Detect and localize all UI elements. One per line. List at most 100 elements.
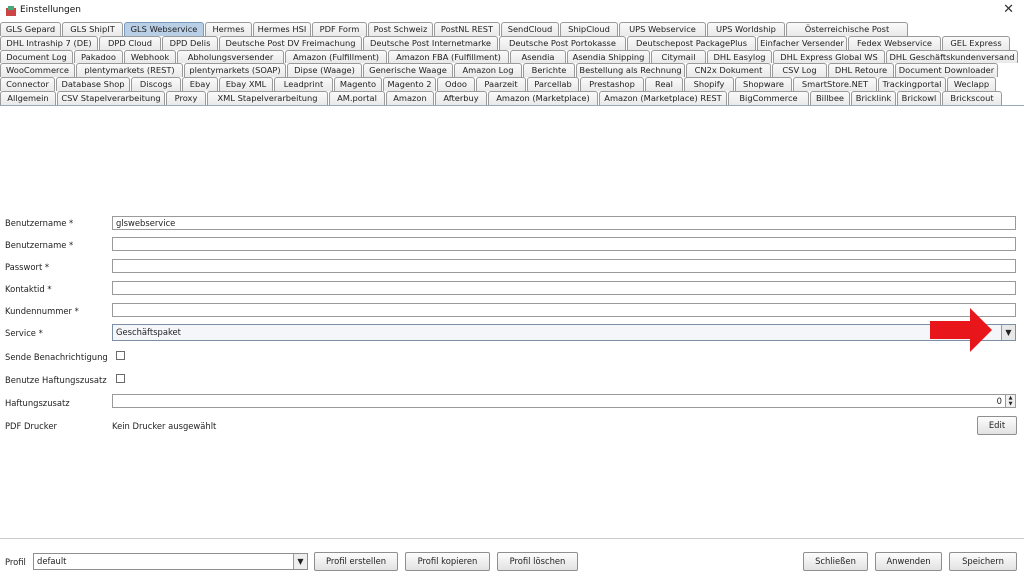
tab-am-portal[interactable]: AM.portal (329, 91, 385, 105)
tab-dhl-geschäftskundenversand[interactable]: DHL Geschäftskundenversand (886, 49, 1018, 64)
tab-discogs[interactable]: Discogs (131, 77, 181, 91)
tab-database-shop[interactable]: Database Shop (56, 77, 130, 91)
tab-shopify[interactable]: Shopify (684, 77, 734, 91)
tab-amazon-fba-fulfillment[interactable]: Amazon FBA (Fulfillment) (388, 49, 509, 64)
tab-gls-shipit[interactable]: GLS ShipIT (62, 22, 123, 36)
tab-amazon[interactable]: Amazon (386, 91, 434, 105)
tab-real[interactable]: Real (645, 77, 683, 91)
tab-smartstore-net[interactable]: SmartStore.NET (793, 77, 877, 91)
tab-leadprint[interactable]: Leadprint (274, 77, 333, 91)
tab-weclapp[interactable]: Weclapp (947, 77, 996, 91)
tab-deutschepost-packageplus[interactable]: Deutschepost PackagePlus (627, 35, 756, 50)
liability-amount-spinner[interactable]: 0 ▲ ▼ (112, 394, 1016, 408)
tab-proxy[interactable]: Proxy (166, 91, 206, 105)
tab-abholungsversender[interactable]: Abholungsversender (177, 49, 284, 64)
tab-billbee[interactable]: Billbee (810, 91, 850, 105)
tab-csv-log[interactable]: CSV Log (772, 63, 827, 78)
tab-amazon-fulfillment[interactable]: Amazon (Fulfillment) (285, 49, 387, 64)
edit-button[interactable]: Edit (977, 416, 1017, 435)
tab-plentymarkets-soap[interactable]: plentymarkets (SOAP) (184, 63, 286, 78)
tab-document-downloader[interactable]: Document Downloader (895, 63, 998, 78)
tab-xml-stapelverarbeitung[interactable]: XML Stapelverarbeitung (207, 91, 328, 105)
tab-berichte[interactable]: Berichte (523, 63, 575, 78)
tab-woocommerce[interactable]: WooCommerce (0, 63, 75, 78)
tab-amazon-log[interactable]: Amazon Log (454, 63, 522, 78)
tab-post-schweiz[interactable]: Post Schweiz (368, 22, 433, 36)
tab-odoo[interactable]: Odoo (437, 77, 475, 91)
tab-prestashop[interactable]: Prestashop (580, 77, 644, 91)
tab-citymail[interactable]: Citymail (651, 49, 706, 64)
tab-pdf-form[interactable]: PDF Form (312, 22, 367, 36)
tab-dipse-waage[interactable]: Dipse (Waage) (287, 63, 362, 78)
contact-field[interactable] (112, 281, 1016, 295)
tab-connector[interactable]: Connector (0, 77, 55, 91)
tab-afterbuy[interactable]: Afterbuy (435, 91, 487, 105)
tab-ebay[interactable]: Ebay (182, 77, 218, 91)
tab-asendia[interactable]: Asendia (510, 49, 566, 64)
tab-amazon-marketplace-rest[interactable]: Amazon (Marketplace) REST (599, 91, 727, 105)
close-button[interactable]: Schließen (803, 552, 868, 571)
service-dropdown[interactable]: Geschäftspaket ▼ (112, 324, 1016, 341)
copy-profile-button[interactable]: Profil kopieren (405, 552, 490, 571)
tab-ups-worldship[interactable]: UPS Worldship (707, 22, 785, 36)
tab-gel-express[interactable]: GEL Express (942, 35, 1010, 50)
tab-dhl-easylog[interactable]: DHL Easylog (707, 49, 772, 64)
tab-shipcloud[interactable]: ShipCloud (560, 22, 618, 36)
tab-dpd-cloud[interactable]: DPD Cloud (99, 35, 161, 50)
delete-profile-button[interactable]: Profil löschen (497, 552, 578, 571)
tab-hermes[interactable]: Hermes (205, 22, 252, 36)
liability-checkbox[interactable] (116, 374, 125, 383)
tab-gls-gepard[interactable]: GLS Gepard (0, 22, 61, 36)
tab-paarzeit[interactable]: Paarzeit (476, 77, 526, 91)
tab-postnl-rest[interactable]: PostNL REST (434, 22, 500, 36)
tab-row-1: GLS Gepard GLS ShipIT GLS Webservice Hermes… (0, 22, 1024, 36)
tab-deutsche-post-portokasse[interactable]: Deutsche Post Portokasse (499, 35, 626, 50)
spinner-arrows-icon[interactable]: ▲ ▼ (1005, 395, 1015, 407)
tab-parcellab[interactable]: Parcellab (527, 77, 579, 91)
tab-deutsche-post-dv-freimachung[interactable]: Deutsche Post DV Freimachung (219, 35, 362, 50)
tab-allgemein[interactable]: Allgemein (0, 91, 56, 105)
apply-button[interactable]: Anwenden (875, 552, 942, 571)
tab-cn2x-dokument[interactable]: CN2x Dokument (686, 63, 771, 78)
create-profile-button[interactable]: Profil erstellen (314, 552, 398, 571)
tab-brickscout[interactable]: Brickscout (942, 91, 1002, 105)
tab-dpd-delis[interactable]: DPD Delis (162, 35, 218, 50)
profile-dropdown[interactable]: default ▼ (33, 553, 308, 570)
tab-magento[interactable]: Magento (334, 77, 382, 91)
tab-einfacher-versender[interactable]: Einfacher Versender (757, 35, 847, 50)
tab-csv-stapelverarbeitung[interactable]: CSV Stapelverarbeitung (57, 91, 165, 105)
tab-generische-waage[interactable]: Generische Waage (363, 63, 453, 78)
save-button[interactable]: Speichern (949, 552, 1017, 571)
tab-pakadoo[interactable]: Pakadoo (74, 49, 123, 64)
tab-amazon-marketplace[interactable]: Amazon (Marketplace) (488, 91, 598, 105)
tab-hermes-hsi[interactable]: Hermes HSI (253, 22, 311, 36)
notify-checkbox[interactable] (116, 351, 125, 360)
tab-shopware[interactable]: Shopware (735, 77, 792, 91)
tab-dhl-retoure[interactable]: DHL Retoure (828, 63, 894, 78)
customer-field[interactable] (112, 303, 1016, 317)
username2-field[interactable] (112, 237, 1016, 251)
tab-trackingportal[interactable]: Trackingportal (878, 77, 946, 91)
username1-field[interactable]: glswebservice (112, 216, 1016, 230)
tab-plentymarkets-rest[interactable]: plentymarkets (REST) (76, 63, 183, 78)
tab-österreichische-post[interactable]: Österreichische Post (786, 22, 908, 36)
tab-dhl-intraship-7-de[interactable]: DHL Intraship 7 (DE) (0, 35, 98, 50)
chevron-down-icon[interactable]: ▼ (293, 554, 307, 569)
tab-magento-2[interactable]: Magento 2 (383, 77, 436, 91)
tab-deutsche-post-internetmarke[interactable]: Deutsche Post Internetmarke (363, 35, 498, 50)
tab-asendia-shipping[interactable]: Asendia Shipping (567, 49, 650, 64)
tab-ups-webservice[interactable]: UPS Webservice (619, 22, 706, 36)
tab-bestellung-als-rechnung[interactable]: Bestellung als Rechnung (576, 63, 685, 78)
tab-fedex-webservice[interactable]: Fedex Webservice (848, 35, 941, 50)
tab-bigcommerce[interactable]: BigCommerce (728, 91, 809, 105)
tab-sendcloud[interactable]: SendCloud (501, 22, 559, 36)
tab-dhl-express-global-ws[interactable]: DHL Express Global WS (773, 49, 885, 64)
close-icon[interactable]: ✕ (1003, 2, 1014, 17)
tab-bricklink[interactable]: Bricklink (851, 91, 896, 105)
tab-document-log[interactable]: Document Log (0, 49, 73, 64)
tab-ebay-xml[interactable]: Ebay XML (219, 77, 273, 91)
tab-gls-webservice[interactable]: GLS Webservice (124, 22, 204, 36)
tab-brickowl[interactable]: Brickowl (897, 91, 941, 105)
password-field[interactable] (112, 259, 1016, 273)
tab-webhook[interactable]: Webhook (124, 49, 176, 64)
